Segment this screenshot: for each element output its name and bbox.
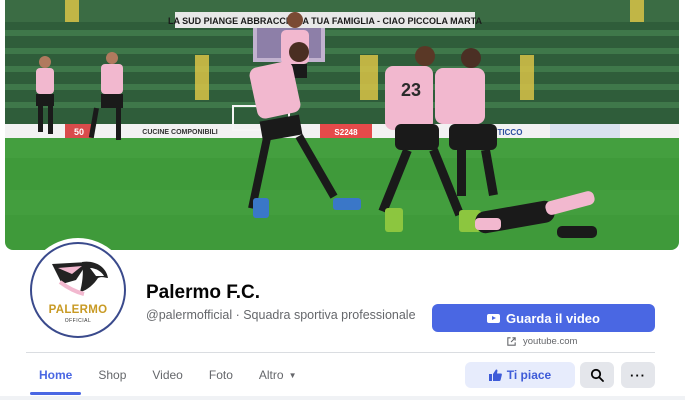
thumbs-up-icon — [488, 369, 502, 381]
tab-altro[interactable]: Altro ▼ — [246, 355, 310, 395]
tab-video[interactable]: Video — [139, 355, 195, 395]
tab-label: Altro — [258, 368, 284, 382]
page-subtitle: @palermofficial · Squadra sportiva profe… — [146, 308, 416, 322]
like-label: Ti piace — [506, 368, 552, 382]
tab-label: Video — [152, 368, 183, 382]
watch-video-label: Guarda il video — [506, 310, 600, 326]
tab-home[interactable]: Home — [26, 355, 85, 395]
cover-photo-scene: LA SUD PIANGE ABBRACCIA LA TUA FAMIGLIA … — [5, 0, 679, 250]
cover-photo[interactable]: LA SUD PIANGE ABBRACCIA LA TUA FAMIGLIA … — [5, 0, 679, 250]
profile-avatar[interactable]: PALERMO OFFICIAL — [26, 238, 130, 342]
header-divider — [26, 352, 655, 353]
search-button[interactable] — [580, 362, 614, 388]
logo-subtext: OFFICIAL — [64, 318, 92, 324]
video-link[interactable]: youtube.com — [506, 336, 577, 347]
page-bottom-edge — [0, 396, 685, 400]
external-link-icon — [507, 337, 516, 346]
ad-board-componibili: CUCINE COMPONIBILI — [142, 129, 218, 136]
ad-board-left: 50 — [74, 127, 84, 137]
ad-board-score: S2248 — [334, 128, 358, 137]
search-icon — [590, 368, 604, 382]
cover-banner-text: LA SUD PIANGE ABBRACCIA LA TUA FAMIGLIA … — [168, 16, 482, 26]
more-icon: ··· — [630, 367, 646, 383]
caret-down-icon: ▼ — [288, 370, 297, 380]
ad-board-right: TICCO — [498, 128, 523, 137]
tab-label: Home — [39, 368, 73, 382]
jersey-number: 23 — [401, 80, 421, 100]
watch-video-button[interactable]: Guarda il video — [432, 304, 655, 332]
page-tabs: Home Shop Video Foto Altro ▼ — [26, 355, 309, 395]
page-title: Palermo F.C. — [146, 282, 261, 303]
tab-label: Foto — [208, 368, 233, 382]
palermo-logo: PALERMO OFFICIAL — [30, 242, 126, 338]
logo-wordmark: PALERMO — [48, 304, 108, 316]
tab-label: Shop — [98, 368, 127, 382]
tab-shop[interactable]: Shop — [85, 355, 139, 395]
like-button[interactable]: Ti piace — [465, 362, 575, 388]
more-options-button[interactable]: ··· — [621, 362, 655, 388]
youtube-icon — [487, 313, 501, 323]
video-domain-text: youtube.com — [523, 336, 578, 347]
tab-foto[interactable]: Foto — [196, 355, 246, 395]
